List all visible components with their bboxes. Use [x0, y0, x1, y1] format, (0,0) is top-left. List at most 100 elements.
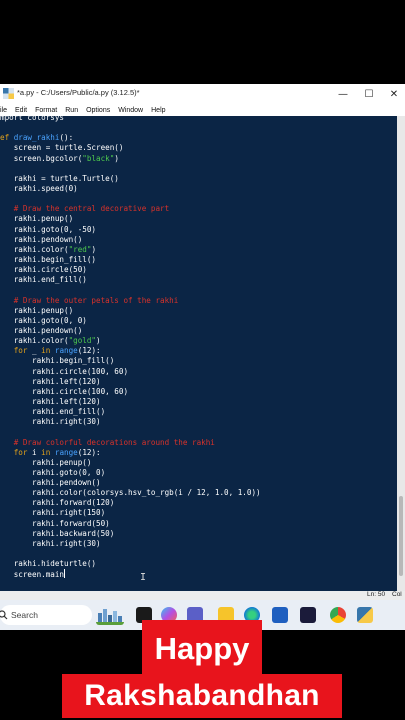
taskbar-search[interactable]: Search: [0, 605, 92, 625]
code-line[interactable]: [0, 285, 261, 295]
code-line[interactable]: [0, 427, 261, 437]
code-line[interactable]: rakhi.forward(120): [0, 498, 261, 508]
minimize-button[interactable]: —: [332, 85, 354, 103]
code-line[interactable]: rakhi.color("red"): [0, 245, 261, 255]
menu-item-window[interactable]: Window: [118, 107, 143, 114]
status-bar: Ln: 50 Col: [0, 591, 405, 600]
code-text[interactable]: mport colorsys ef draw_rakhi(): screen = …: [0, 116, 261, 579]
code-line[interactable]: [0, 194, 261, 204]
code-token: rakhi.right(30): [0, 538, 101, 548]
code-line[interactable]: screen = turtle.Screen(): [0, 143, 261, 153]
vertical-scrollbar[interactable]: [397, 116, 405, 591]
code-token: rakhi.end_fill(): [0, 407, 106, 417]
caption-happy: Happy: [142, 620, 262, 678]
code-token: rakhi.goto(0, -50): [0, 224, 97, 234]
code-line[interactable]: rakhi.right(150): [0, 508, 261, 518]
chrome-icon[interactable]: [330, 607, 346, 623]
code-token: rakhi.pendown(): [0, 234, 83, 244]
menu-bar: ile Edit Format Run Options Window Help: [0, 104, 405, 116]
code-line[interactable]: rakhi.goto(0, 0): [0, 468, 261, 478]
code-line[interactable]: rakhi.goto(0, 0): [0, 316, 261, 326]
close-button[interactable]: ✕: [383, 85, 405, 103]
code-token: _: [27, 346, 42, 356]
code-line[interactable]: rakhi.left(120): [0, 397, 261, 407]
menu-item-run[interactable]: Run: [65, 107, 78, 114]
code-line[interactable]: rakhi.backward(50): [0, 529, 261, 539]
code-line[interactable]: rakhi.pendown(): [0, 235, 261, 245]
code-line[interactable]: rakhi.right(30): [0, 417, 261, 427]
code-line[interactable]: rakhi.goto(0, -50): [0, 225, 261, 235]
code-line[interactable]: [0, 164, 261, 174]
code-token: ): [96, 336, 101, 346]
code-editor[interactable]: mport colorsys ef draw_rakhi(): screen = …: [0, 116, 397, 591]
code-line[interactable]: rakhi.end_fill(): [0, 407, 261, 417]
code-line[interactable]: rakhi.begin_fill(): [0, 255, 261, 265]
code-token: rakhi.pendown(): [0, 325, 83, 335]
code-line[interactable]: rakhi.end_fill(): [0, 275, 261, 285]
code-line[interactable]: rakhi.right(30): [0, 539, 261, 549]
menu-item-ile[interactable]: ile: [0, 107, 7, 114]
code-token: range: [54, 346, 78, 356]
code-line[interactable]: rakhi.begin_fill(): [0, 356, 261, 366]
caption-line2: Rakshabandhan: [84, 679, 320, 712]
scrollbar-thumb[interactable]: [399, 496, 403, 576]
code-token: for: [13, 346, 28, 356]
code-line[interactable]: rakhi.left(120): [0, 377, 261, 387]
code-line[interactable]: ef draw_rakhi():: [0, 133, 261, 143]
city-widget-icon[interactable]: [96, 605, 124, 625]
store-icon[interactable]: [272, 607, 288, 623]
code-line[interactable]: # Draw the outer petals of the rakhi: [0, 296, 261, 306]
code-line[interactable]: rakhi.circle(100, 60): [0, 387, 261, 397]
title-bar[interactable]: *a.py - C:/Users/Public/a.py (3.12.5)* —…: [0, 84, 405, 104]
code-token: rakhi.left(120): [0, 376, 101, 386]
code-line[interactable]: rakhi.speed(0): [0, 184, 261, 194]
code-token: "black": [82, 153, 115, 163]
code-token: ): [91, 244, 97, 254]
code-token: rakhi.pendown(): [0, 478, 101, 488]
code-line[interactable]: [0, 123, 261, 133]
menu-item-format[interactable]: Format: [35, 107, 57, 114]
code-line[interactable]: rakhi.forward(50): [0, 519, 261, 529]
window-title: *a.py - C:/Users/Public/a.py (3.12.5)*: [17, 88, 140, 97]
code-token: rakhi.right(30): [0, 417, 101, 427]
python-idle-taskbar-icon[interactable]: [357, 607, 373, 623]
code-line[interactable]: rakhi.pendown(): [0, 326, 261, 336]
code-line[interactable]: # Draw the central decorative part: [0, 204, 261, 214]
code-token: ef: [0, 133, 14, 143]
code-line[interactable]: [0, 549, 261, 559]
text-cursor: [64, 569, 66, 579]
code-line[interactable]: rakhi = turtle.Turtle(): [0, 174, 261, 184]
code-line[interactable]: rakhi.penup(): [0, 214, 261, 224]
menu-item-options[interactable]: Options: [86, 107, 110, 114]
code-token: rakhi.begin_fill(): [0, 254, 97, 264]
code-line[interactable]: mport colorsys: [0, 116, 261, 123]
app-icon[interactable]: [300, 607, 316, 623]
code-line[interactable]: rakhi.color(colorsys.hsv_to_rgb(i / 12, …: [0, 488, 261, 498]
code-token: screen.bgcolor(: [0, 153, 83, 163]
code-token: draw_rakhi: [13, 133, 60, 143]
code-line[interactable]: screen.main: [0, 569, 261, 579]
menu-item-help[interactable]: Help: [151, 107, 165, 114]
code-token: rakhi.hideturtle(): [0, 559, 97, 569]
code-line[interactable]: rakhi.circle(50): [0, 265, 261, 275]
code-token: ():: [59, 133, 74, 143]
code-line[interactable]: screen.bgcolor("black"): [0, 154, 261, 164]
maximize-button[interactable]: ☐: [358, 85, 380, 103]
code-line[interactable]: for _ in range(12):: [0, 346, 261, 356]
code-line[interactable]: rakhi.penup(): [0, 458, 261, 468]
code-line[interactable]: rakhi.circle(100, 60): [0, 367, 261, 377]
code-line[interactable]: rakhi.color("gold"): [0, 336, 261, 346]
code-token: rakhi.goto(0, 0): [0, 467, 106, 477]
search-placeholder: Search: [11, 610, 38, 620]
code-line[interactable]: rakhi.penup(): [0, 306, 261, 316]
code-line[interactable]: # Draw colorful decorations around the r…: [0, 438, 261, 448]
code-line[interactable]: rakhi.hideturtle(): [0, 559, 261, 569]
code-token: "red": [68, 244, 92, 254]
code-token: rakhi.backward(50): [0, 528, 115, 538]
column-status: Col: [392, 591, 402, 598]
code-line[interactable]: rakhi.pendown(): [0, 478, 261, 488]
code-line[interactable]: for i in range(12):: [0, 448, 261, 458]
code-token: rakhi.color(: [0, 244, 69, 254]
code-token: "gold": [68, 336, 97, 346]
menu-item-edit[interactable]: Edit: [15, 107, 27, 114]
